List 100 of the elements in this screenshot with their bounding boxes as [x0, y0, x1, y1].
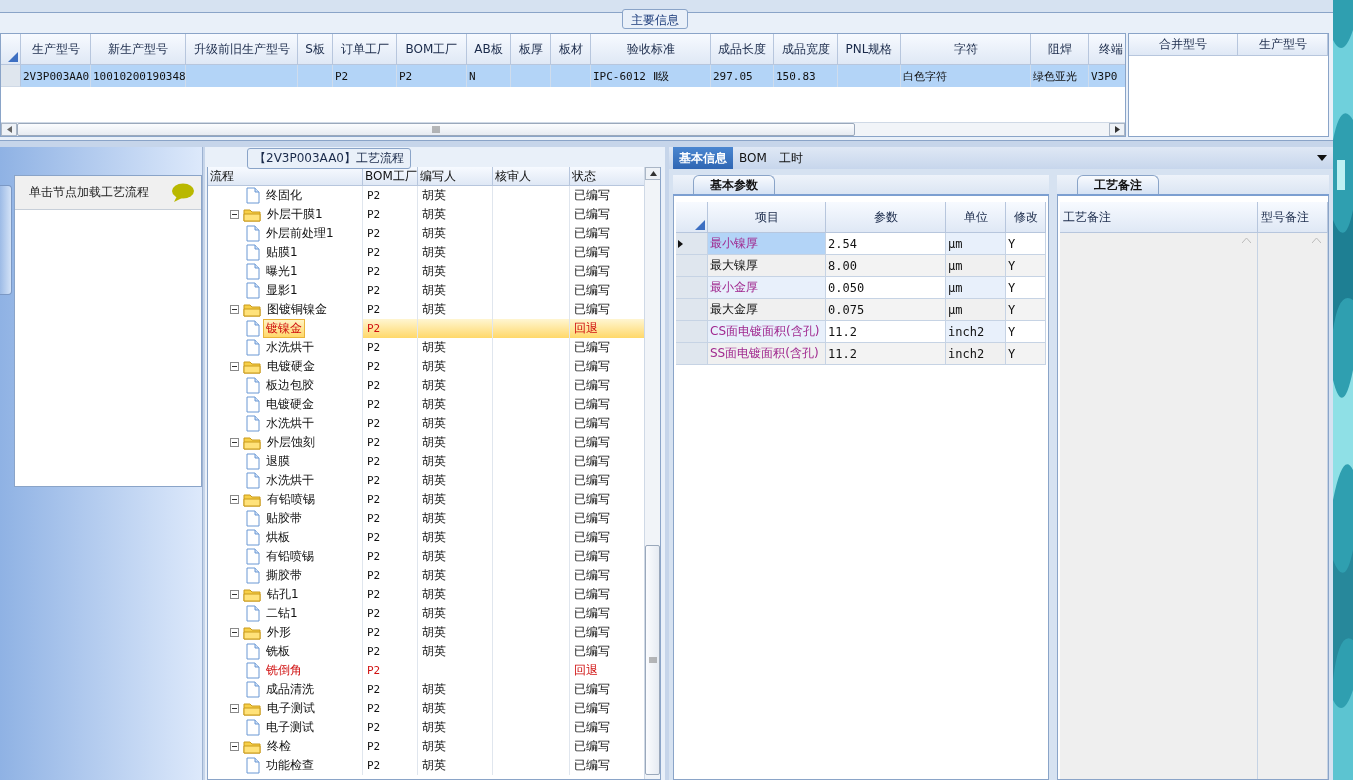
tree-node[interactable]: 外层干膜1: [265, 206, 325, 223]
tree-node[interactable]: 成品清洗: [264, 681, 316, 698]
column-header[interactable]: BOM工厂: [397, 34, 467, 65]
tree-node[interactable]: 图镀铜镍金: [265, 301, 329, 318]
tree-node[interactable]: 电镀硬金: [264, 396, 316, 413]
column-header[interactable]: PNL规格: [838, 34, 901, 65]
column-header[interactable]: 订单工厂: [333, 34, 397, 65]
tree-node[interactable]: 水洗烘干: [264, 415, 316, 432]
collapse-icon[interactable]: [230, 305, 239, 314]
column-header[interactable]: 生产型号: [1238, 34, 1328, 56]
document-icon: [246, 263, 260, 280]
tree-node[interactable]: 有铅喷锡: [265, 491, 317, 508]
collapse-icon[interactable]: [230, 438, 239, 447]
table-cell: P2: [363, 452, 418, 471]
scrollbar-thumb[interactable]: [17, 123, 855, 136]
row-header[interactable]: [676, 233, 708, 255]
tree-node[interactable]: 烘板: [264, 529, 292, 546]
tab[interactable]: BOM: [733, 147, 773, 169]
collapse-icon[interactable]: [230, 362, 239, 371]
tree-node[interactable]: 板边包胶: [264, 377, 316, 394]
table-cell: P2: [363, 661, 418, 680]
column-header[interactable]: 工艺备注: [1060, 202, 1258, 233]
column-header[interactable]: 项目: [708, 202, 826, 233]
tree-node[interactable]: 外层蚀刻: [265, 434, 317, 451]
tree-node[interactable]: 贴胶带: [264, 510, 304, 527]
column-header[interactable]: BOM工厂: [363, 167, 418, 186]
tree-node[interactable]: 外层前处理1: [264, 225, 336, 242]
tree-node[interactable]: 功能检查: [264, 757, 316, 774]
collapse-icon[interactable]: [230, 704, 239, 713]
column-header[interactable]: 参数: [826, 202, 946, 233]
table-cell: P2: [363, 281, 418, 300]
column-header[interactable]: 生产型号: [21, 34, 91, 65]
tree-node[interactable]: 退膜: [264, 453, 292, 470]
table-cell: P2: [397, 65, 467, 87]
column-header[interactable]: 阻焊: [1031, 34, 1089, 65]
tab[interactable]: 基本信息: [673, 147, 733, 169]
column-header[interactable]: 板材: [551, 34, 591, 65]
column-header[interactable]: 验收标准: [591, 34, 711, 65]
tree-node[interactable]: 水洗烘干: [264, 339, 316, 356]
tree-node[interactable]: 钻孔1: [265, 586, 301, 603]
column-header[interactable]: 核审人: [493, 167, 570, 186]
column-header[interactable]: 字符: [901, 34, 1031, 65]
table-cell: P2: [363, 471, 418, 490]
tree-node[interactable]: 有铅喷锡: [264, 548, 316, 565]
column-header[interactable]: 状态: [570, 167, 644, 186]
column-header[interactable]: 编写人: [418, 167, 493, 186]
collapse-icon[interactable]: [230, 742, 239, 751]
table-cell: inch2: [946, 343, 1006, 365]
tab[interactable]: 工时: [772, 147, 809, 169]
column-header[interactable]: 单位: [946, 202, 1006, 233]
tree-node[interactable]: 铣倒角: [264, 662, 304, 679]
document-icon: [246, 548, 260, 565]
tree-node[interactable]: 曝光1: [264, 263, 300, 280]
tree-node[interactable]: 水洗烘干: [264, 472, 316, 489]
tree-node[interactable]: 电子测试: [265, 700, 317, 717]
tree-node[interactable]: 终固化: [264, 187, 304, 204]
column-header[interactable]: 板厚: [511, 34, 551, 65]
column-header[interactable]: 成品长度: [711, 34, 774, 65]
tree-node[interactable]: 电子测试: [264, 719, 316, 736]
collapse-icon[interactable]: [230, 210, 239, 219]
tree-node[interactable]: 二钻1: [264, 605, 300, 622]
column-header[interactable]: 修改: [1006, 202, 1046, 233]
column-header[interactable]: AB板: [467, 34, 511, 65]
table-cell: P2: [363, 547, 418, 566]
tree-node[interactable]: 显影1: [264, 282, 300, 299]
document-icon: [246, 415, 260, 432]
scroll-left-button[interactable]: [1, 123, 17, 136]
collapse-icon[interactable]: [230, 590, 239, 599]
table-cell: 胡英: [418, 490, 493, 509]
table-cell: N: [467, 65, 511, 87]
column-header[interactable]: S板: [298, 34, 333, 65]
tab[interactable]: 基本参数: [693, 175, 775, 194]
document-icon: [246, 396, 260, 413]
column-header[interactable]: 终端: [1089, 34, 1125, 65]
collapse-icon[interactable]: [230, 628, 239, 637]
table-row[interactable]: 2V3P003AA0 10010200190348 P2 P2 N IPC-6012 Ⅱ级 297.05 150.83 白色字符 绿色亚光 V3P0: [1, 65, 1125, 87]
dropdown-arrow-icon[interactable]: [1317, 155, 1327, 161]
tree-node[interactable]: 撕胶带: [264, 567, 304, 584]
scroll-right-button[interactable]: [1109, 123, 1125, 136]
scrollbar-thumb[interactable]: [645, 545, 660, 775]
column-header[interactable]: 型号备注: [1258, 202, 1328, 233]
column-header[interactable]: 新生产型号: [91, 34, 186, 65]
collapse-icon[interactable]: [230, 495, 239, 504]
tree-node[interactable]: 铣板: [264, 643, 292, 660]
tab[interactable]: 工艺备注: [1077, 175, 1159, 194]
column-header[interactable]: 流程: [208, 167, 363, 186]
tree-node[interactable]: 贴膜1: [264, 244, 300, 261]
folder-icon: [243, 207, 261, 222]
table-cell: 2V3P003AA0: [21, 65, 91, 87]
document-icon: [246, 643, 260, 660]
tree-node[interactable]: 电镀硬金: [265, 358, 317, 375]
scroll-up-button[interactable]: [645, 167, 660, 180]
tree-node[interactable]: 镀镍金: [264, 320, 304, 337]
tree-node[interactable]: 外形: [265, 624, 293, 641]
tree-node[interactable]: 终检: [265, 738, 293, 755]
column-header[interactable]: 合并型号: [1129, 34, 1238, 56]
table-cell: Y: [1006, 255, 1046, 277]
table-cell: 297.05: [711, 65, 774, 87]
column-header[interactable]: 成品宽度: [774, 34, 838, 65]
column-header[interactable]: 升级前旧生产型号: [186, 34, 298, 65]
